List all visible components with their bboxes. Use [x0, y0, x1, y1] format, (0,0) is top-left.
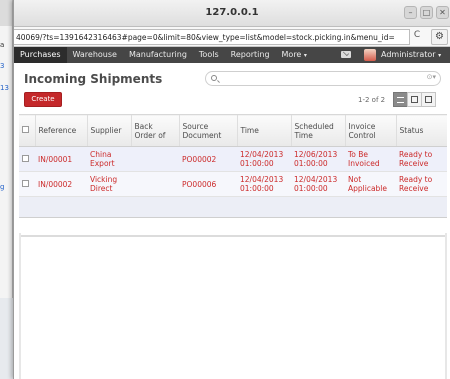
list-view-button[interactable] [393, 92, 408, 107]
cell-invoice-control[interactable]: To Be Invoiced [345, 146, 396, 172]
cell-scheduled-time[interactable]: 12/06/2013 01:00:00 [291, 146, 345, 172]
address-bar: 40069/?ts=1391642316463#page=0&limit=80&… [14, 27, 450, 47]
column-header-status[interactable]: Status [395, 114, 447, 147]
table-row[interactable]: IN/00001 China Export PO00002 12/04/2013… [19, 146, 447, 172]
table-footer [19, 196, 447, 218]
divider [19, 233, 21, 379]
table-footer-row [19, 196, 447, 218]
background-window[interactable]: a 3 13 g [0, 0, 13, 298]
column-header-time[interactable]: Time [236, 114, 291, 147]
menu-item-warehouse[interactable]: Warehouse [67, 47, 123, 63]
close-button[interactable]: ✕ [436, 6, 449, 19]
search-input[interactable]: ⊙▾ [205, 71, 441, 86]
cell-supplier[interactable]: Vicking Direct [87, 171, 131, 197]
menu-item-tools[interactable]: Tools [193, 47, 225, 63]
cell-scheduled-time[interactable]: 12/04/2013 01:00:00 [291, 171, 345, 197]
form-icon [411, 96, 418, 103]
main-content: Incoming Shipments ⊙▾ Create 1-2 of 2 Re… [14, 63, 450, 379]
form-view-button[interactable] [407, 92, 422, 107]
column-header-supplier[interactable]: Supplier [86, 114, 131, 147]
menu-item-more-label: More [281, 49, 302, 59]
cell-status[interactable]: Ready to Receive [396, 146, 447, 172]
cell-back-order[interactable] [131, 171, 179, 197]
background-window-titlebar[interactable] [0, 0, 12, 26]
menu-item-more[interactable]: More ▾ [276, 47, 313, 64]
row-checkbox[interactable] [22, 154, 29, 162]
column-header-scheduled-time[interactable]: Scheduled Time [290, 114, 345, 147]
cell-time[interactable]: 12/04/2013 01:00:00 [237, 146, 291, 172]
reload-icon[interactable]: C [411, 30, 423, 44]
chevron-down-icon: ▾ [438, 52, 442, 59]
cell-source-document[interactable]: PO00006 [179, 171, 237, 197]
column-header-source-document[interactable]: Source Document [178, 114, 237, 147]
cell-source-document[interactable]: PO00002 [179, 146, 237, 172]
url-input[interactable]: 40069/?ts=1391642316463#page=0&limit=80&… [14, 29, 410, 45]
cell-time[interactable]: 12/04/2013 01:00:00 [237, 171, 291, 197]
maximize-button[interactable]: □ [420, 6, 433, 19]
column-header-reference[interactable]: Reference [34, 114, 87, 147]
cell-status[interactable]: Ready to Receive [396, 171, 447, 197]
background-link[interactable]: g [0, 183, 4, 191]
background-link[interactable]: 3 [0, 62, 4, 70]
shipments-table: Reference Supplier Back Order of Source … [19, 114, 447, 218]
column-header-invoice-control[interactable]: Invoice Control [344, 114, 396, 147]
background-link[interactable]: 13 [0, 84, 9, 92]
row-checkbox[interactable] [22, 179, 29, 187]
row-select-cell[interactable] [19, 146, 35, 172]
main-menu: Purchases Warehouse Manufacturing Tools … [14, 47, 450, 63]
cell-back-order[interactable] [131, 146, 179, 172]
mail-icon[interactable] [341, 51, 351, 58]
column-header-back-order[interactable]: Back Order of [130, 114, 179, 147]
cell-supplier[interactable]: China Export [87, 146, 131, 172]
search-options-icon[interactable]: ⊙▾ [427, 73, 436, 81]
avatar[interactable] [364, 49, 376, 61]
desktop-background [0, 298, 13, 379]
menu-item-reporting[interactable]: Reporting [225, 47, 276, 63]
page-title: Incoming Shipments [24, 72, 163, 86]
table-header-row: Reference Supplier Back Order of Source … [19, 114, 447, 147]
cell-reference[interactable]: IN/00001 [35, 146, 87, 172]
chevron-down-icon: ▾ [303, 51, 307, 59]
gear-icon[interactable]: ⚙ [431, 29, 448, 45]
window-title: 127.0.0.1 [205, 7, 259, 18]
divider [21, 235, 445, 237]
calendar-view-button[interactable] [421, 92, 436, 107]
view-switcher [393, 92, 436, 107]
list-icon [397, 96, 404, 103]
divider [445, 233, 447, 379]
user-name: Administrator [381, 50, 436, 59]
menu-item-manufacturing[interactable]: Manufacturing [123, 47, 193, 63]
row-select-cell[interactable] [19, 171, 35, 197]
background-text: a [0, 41, 5, 49]
pager: 1-2 of 2 [358, 96, 386, 104]
create-button[interactable]: Create [24, 92, 62, 107]
select-all-checkbox[interactable] [22, 126, 29, 133]
cell-invoice-control[interactable]: Not Applicable [345, 171, 396, 197]
browser-titlebar[interactable]: 127.0.0.1 – □ ✕ [14, 0, 450, 27]
calendar-icon [425, 96, 432, 103]
menu-item-purchases[interactable]: Purchases [14, 47, 67, 63]
select-all-cell[interactable] [19, 114, 35, 147]
browser-window: 127.0.0.1 – □ ✕ 40069/?ts=1391642316463#… [13, 0, 450, 379]
search-icon [211, 75, 217, 81]
user-menu[interactable]: Administrator ▾ [381, 47, 441, 64]
minimize-button[interactable]: – [404, 6, 417, 19]
cell-reference[interactable]: IN/00002 [35, 171, 87, 197]
table-row[interactable]: IN/00002 Vicking Direct PO00006 12/04/20… [19, 171, 447, 197]
